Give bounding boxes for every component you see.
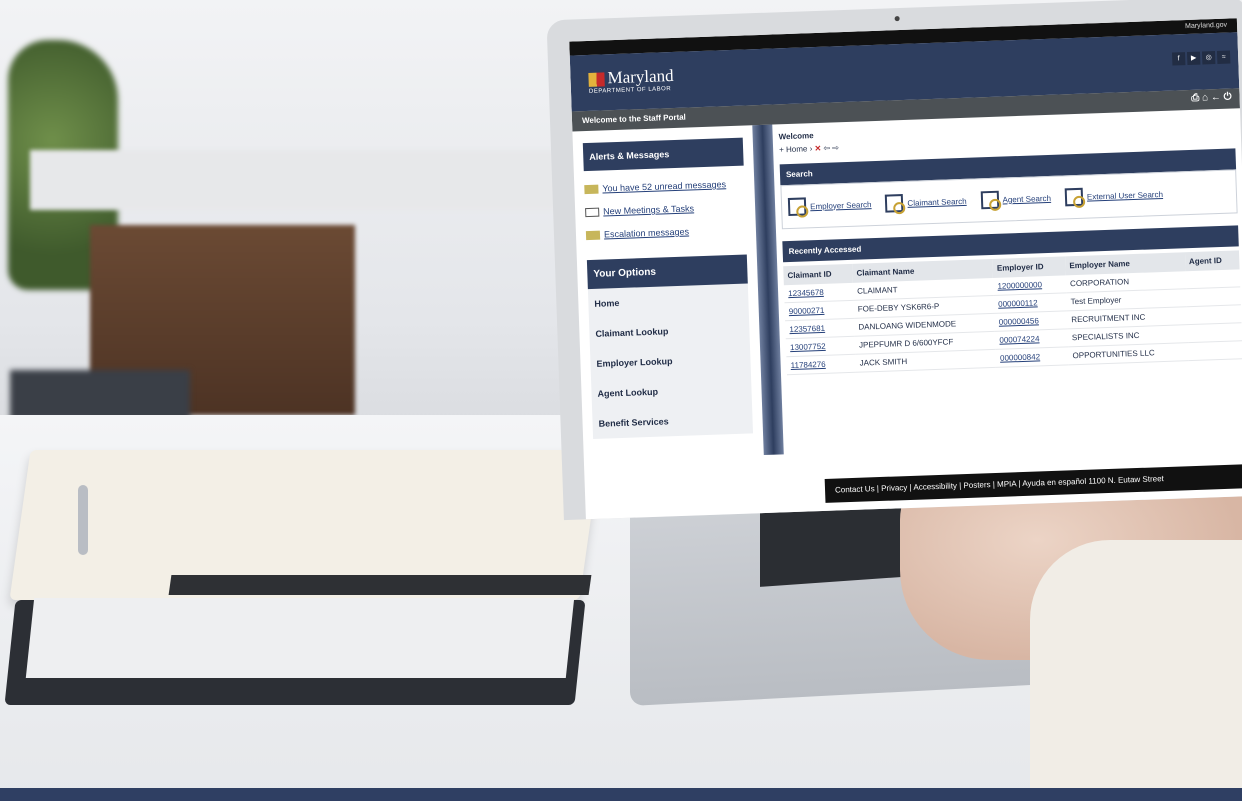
flickr-icon[interactable]: ◎ xyxy=(1201,51,1216,65)
agent-id xyxy=(1186,304,1242,325)
brand-name: Maryland xyxy=(607,65,674,88)
claimant-search-button[interactable]: Claimant Search xyxy=(885,192,967,213)
portal-screen: Maryland.gov Maryland DEPARTMENT OF LABO… xyxy=(569,18,1242,520)
label: Employer Search xyxy=(809,199,872,211)
claimant-id-link[interactable]: 11784276 xyxy=(791,360,826,370)
print-icon[interactable]: ⎙ xyxy=(1191,93,1199,104)
recent-table: Claimant ID Claimant Name Employer ID Em… xyxy=(783,250,1242,375)
toolbar: ⎙ ⌂ ← ⏻ xyxy=(1191,92,1232,104)
search-icon xyxy=(980,190,999,210)
column-header[interactable]: Agent ID xyxy=(1184,250,1240,272)
employer-search-button[interactable]: Employer Search xyxy=(787,195,872,217)
employer-id-link[interactable]: 000000842 xyxy=(1000,352,1040,362)
bottom-bar xyxy=(0,788,1242,801)
rss-icon[interactable]: ≈ xyxy=(1216,50,1231,64)
agent-id xyxy=(1185,269,1241,289)
sleeve xyxy=(1030,540,1242,801)
power-icon[interactable]: ⏻ xyxy=(1223,92,1231,103)
notebook-spine xyxy=(168,575,592,595)
label: Claimant Search xyxy=(907,196,967,208)
employer-id-link[interactable]: 000074224 xyxy=(999,334,1039,344)
folder-paper xyxy=(25,598,575,678)
external-user-search-button[interactable]: External User Search xyxy=(1064,185,1164,207)
chair xyxy=(10,370,190,420)
employer-id-link[interactable]: 000000456 xyxy=(999,316,1039,326)
arrow-right-icon[interactable]: ⇨ xyxy=(832,143,839,152)
main-panel: Welcome + Home › ✕ ⇦ ⇨ Search Employer S… xyxy=(772,108,1242,454)
claimant-name: JACK SMITH xyxy=(855,349,997,373)
logo[interactable]: Maryland DEPARTMENT OF LABOR xyxy=(588,66,674,95)
agent-id xyxy=(1187,340,1242,361)
brand-sub: DEPARTMENT OF LABOR xyxy=(588,86,672,95)
background-photo: Maryland.gov Maryland DEPARTMENT OF LABO… xyxy=(0,0,1242,801)
agent-id xyxy=(1185,286,1241,307)
claimant-id-link[interactable]: 12357681 xyxy=(789,324,825,334)
employer-name: OPPORTUNITIES LLC xyxy=(1068,342,1189,365)
employer-id-link[interactable]: 000000112 xyxy=(998,298,1038,308)
alerts-title: Alerts & Messages xyxy=(582,137,744,172)
label: External User Search xyxy=(1086,189,1164,202)
close-icon[interactable]: ✕ xyxy=(814,144,821,153)
left-panel: Alerts & Messages You have 52 unread mes… xyxy=(572,125,763,461)
back-icon[interactable]: ← xyxy=(1211,92,1221,103)
agent-id xyxy=(1187,322,1242,343)
search-icon xyxy=(885,194,904,213)
alert-item[interactable]: New Meetings & Tasks xyxy=(585,202,745,218)
footer-links[interactable]: Contact Us | Privacy | Accessibility | P… xyxy=(824,464,1242,503)
option-benefit-services[interactable]: Benefit Services xyxy=(592,403,753,439)
alert-link[interactable]: New Meetings & Tasks xyxy=(603,203,694,216)
options-panel: Your Options Home Claimant Lookup Employ… xyxy=(586,254,754,439)
envelope-icon xyxy=(585,230,601,240)
facebook-icon[interactable]: f xyxy=(1171,52,1186,66)
claimant-id-link[interactable]: 13007752 xyxy=(790,342,826,352)
shelf xyxy=(30,150,590,210)
breadcrumb-home[interactable]: Home xyxy=(786,144,808,154)
claimant-id-link[interactable]: 12345678 xyxy=(788,288,824,298)
column-header[interactable]: Claimant ID xyxy=(783,263,853,286)
agent-search-button[interactable]: Agent Search xyxy=(980,189,1052,210)
laptop-screen-bezel: Maryland.gov Maryland DEPARTMENT OF LABO… xyxy=(546,0,1242,521)
flag-icon xyxy=(588,72,605,88)
alert-item[interactable]: Escalation messages xyxy=(585,225,746,241)
home-icon[interactable]: ⌂ xyxy=(1202,92,1208,103)
pen xyxy=(78,485,88,555)
column-header[interactable]: Employer ID xyxy=(992,256,1066,278)
youtube-icon[interactable]: ▶ xyxy=(1186,51,1201,66)
arrow-left-icon[interactable]: ⇦ xyxy=(823,144,830,153)
welcome-text: Welcome to the Staff Portal xyxy=(581,112,686,126)
alert-item[interactable]: You have 52 unread messages xyxy=(584,179,744,195)
search-icon xyxy=(787,197,807,217)
claimant-id-link[interactable]: 90000271 xyxy=(789,306,825,316)
alert-link[interactable]: Escalation messages xyxy=(604,227,689,240)
calendar-icon xyxy=(585,207,600,217)
label: Agent Search xyxy=(1002,193,1052,205)
employer-id-link[interactable]: 1200000000 xyxy=(997,280,1042,291)
camera xyxy=(894,16,900,22)
alert-link[interactable]: You have 52 unread messages xyxy=(602,179,726,193)
envelope-icon xyxy=(584,184,599,194)
plus-icon[interactable]: + xyxy=(779,145,784,154)
social-links: f ▶ ◎ ≈ xyxy=(1170,50,1231,66)
search-icon xyxy=(1064,187,1084,207)
